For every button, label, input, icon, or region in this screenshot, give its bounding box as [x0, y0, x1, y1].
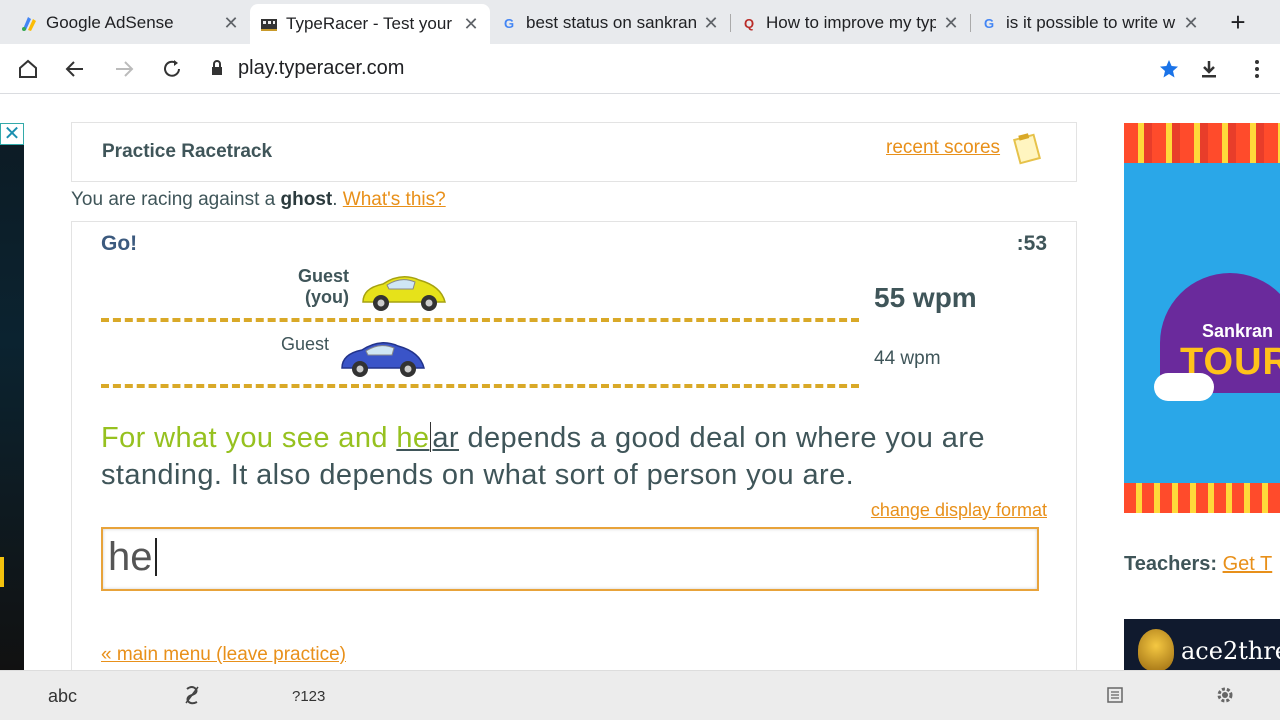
blue-car-icon [336, 338, 428, 383]
tab-title: How to improve my typ [766, 13, 936, 32]
address-bar[interactable]: play.typeracer.com [238, 57, 404, 80]
lane-1-wpm: 55 wpm [874, 282, 977, 313]
tab-title: Google AdSense [46, 13, 174, 32]
ad-banner-top [1124, 123, 1280, 163]
tab-title: is it possible to write w [1006, 13, 1176, 32]
google-icon: G [983, 15, 995, 31]
close-icon[interactable]: ✕ [702, 13, 720, 34]
tab-title: TypeRacer - Test your [286, 14, 452, 33]
script-icon[interactable] [184, 684, 200, 711]
ghost-notice: You are racing against a ghost. What's t… [71, 189, 446, 211]
google-icon: G [503, 15, 515, 31]
ad-cloud [1154, 373, 1214, 401]
ad-banner-bottom [1124, 483, 1280, 513]
lane-1-subname: (you) [305, 287, 349, 307]
tab-quora[interactable]: Q How to improve my typ ✕ [730, 6, 970, 40]
ghost-notice-text: You are racing against a [71, 189, 276, 210]
language-icon[interactable] [1106, 686, 1124, 709]
download-icon[interactable] [1196, 56, 1222, 82]
browser-toolbar: play.typeracer.com [0, 44, 1280, 94]
tab-sankranti[interactable]: G best status on sankran ✕ [490, 6, 730, 40]
reload-icon[interactable] [159, 56, 185, 82]
race-panel: Go! :53 Guest (you) 55 wpm Guest 44 wpm … [71, 221, 1077, 670]
ad-text-1: Sankran [1202, 321, 1274, 341]
ad-logo [1138, 629, 1174, 670]
typeracer-icon [260, 15, 278, 33]
input-caret [154, 538, 157, 576]
typing-input-text: he [108, 535, 153, 579]
change-display-format-link[interactable]: change display format [871, 500, 1047, 521]
lane-1-track [101, 318, 859, 322]
lock-icon[interactable] [210, 60, 224, 81]
close-ad-icon[interactable]: ✕ [0, 123, 24, 145]
lane-1-name: Guest [297, 266, 349, 286]
ad-2-text: ace2thre [1181, 637, 1280, 665]
settings-gear-icon[interactable] [1215, 685, 1235, 710]
adsense-icon [20, 14, 38, 32]
bookmark-star-icon[interactable] [1156, 56, 1182, 82]
page-content: ✕ Practice Racetrack recent scores You a… [0, 95, 1280, 670]
close-icon[interactable]: ✕ [1182, 13, 1200, 34]
left-ad[interactable] [0, 123, 24, 670]
ad-accent [0, 557, 4, 587]
practice-header: Practice Racetrack recent scores [71, 122, 1077, 182]
typing-input[interactable]: he [101, 527, 1039, 591]
keyboard-abc[interactable]: abc [48, 686, 77, 707]
teachers-link[interactable]: Get T [1223, 553, 1273, 575]
tab-title: best status on sankran [526, 13, 696, 32]
typed-text: For what you see and [101, 422, 397, 454]
current-word-typed: he [396, 422, 430, 454]
keyboard-numbers[interactable]: ?123 [292, 688, 325, 705]
ghost-word: ghost [280, 189, 333, 210]
quora-icon: Q [743, 15, 755, 31]
recent-scores-link[interactable]: recent scores [886, 137, 1000, 159]
lane-2-name: Guest [280, 334, 329, 354]
whats-this-link[interactable]: What's this? [343, 189, 446, 210]
page-title: Practice Racetrack [102, 141, 273, 162]
race-status: Go! [101, 232, 138, 255]
lane-2-label: Guest [252, 334, 329, 355]
tab-typeracer[interactable]: TypeRacer - Test your ✕ [250, 4, 490, 44]
ghost-notice-period: . [332, 189, 338, 210]
current-word: he ar [396, 422, 459, 454]
current-word-rest: ar [432, 422, 459, 454]
teachers-promo: Teachers: Get T [1124, 553, 1273, 575]
clipboard-icon[interactable] [1012, 131, 1042, 165]
menu-icon[interactable] [1244, 56, 1270, 82]
tab-adsense[interactable]: Google AdSense ✕ [10, 6, 250, 40]
lane-2-wpm: 44 wpm [874, 348, 941, 369]
tab-strip: Google AdSense ✕ TypeRacer - Test your ✕… [0, 0, 1280, 44]
forward-icon[interactable] [111, 56, 137, 82]
right-ad[interactable]: Sankran TOURN [1124, 123, 1280, 513]
typing-input-value: he [108, 535, 157, 580]
race-passage: For what you see and he ar depends a good… [101, 420, 1031, 494]
main-menu-link[interactable]: « main menu (leave practice) [101, 644, 346, 666]
yellow-car-icon [357, 272, 449, 317]
race-timer: :53 [1016, 232, 1047, 255]
new-tab-icon[interactable]: + [1226, 8, 1250, 36]
close-icon[interactable]: ✕ [222, 13, 240, 34]
back-icon[interactable] [62, 56, 88, 82]
tab-write[interactable]: G is it possible to write w ✕ [970, 6, 1210, 40]
keyboard-toolbar: abc ?123 [0, 670, 1280, 720]
close-icon[interactable]: ✕ [462, 14, 480, 35]
right-ad-2[interactable]: ace2thre [1124, 619, 1280, 670]
lane-2-track [101, 384, 859, 388]
lane-1-label: Guest (you) [272, 266, 349, 308]
teachers-label: Teachers [1124, 553, 1211, 575]
close-icon[interactable]: ✕ [942, 13, 960, 34]
home-icon[interactable] [15, 56, 41, 82]
